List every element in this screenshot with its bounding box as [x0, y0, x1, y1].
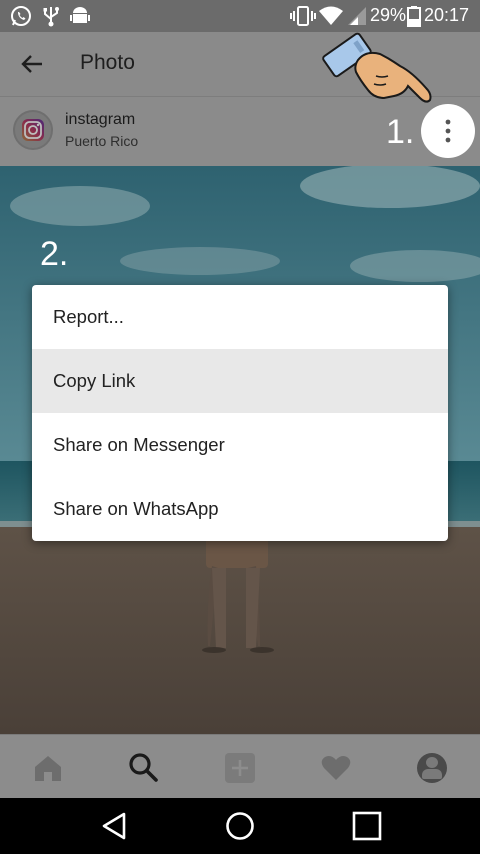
pointing-hand-icon [322, 32, 432, 103]
vibrate-icon [290, 6, 316, 26]
menu-item-label: Report... [53, 306, 124, 327]
step-2-label: 2. [40, 235, 69, 273]
menu-item-label: Share on WhatsApp [53, 498, 219, 519]
back-triangle-icon[interactable] [100, 811, 128, 841]
menu-item-share-whatsapp[interactable]: Share on WhatsApp [32, 477, 448, 541]
more-options-button[interactable] [421, 104, 475, 158]
menu-item-share-messenger[interactable]: Share on Messenger [32, 413, 448, 477]
recents-square-icon[interactable] [352, 811, 382, 841]
more-vertical-icon [445, 119, 451, 143]
home-circle-icon[interactable] [225, 811, 255, 841]
avatar[interactable] [13, 110, 53, 150]
instagram-logo-icon [22, 119, 44, 141]
page-title: Photo [80, 51, 135, 74]
system-nav-bar [0, 798, 480, 854]
android-icon [70, 7, 90, 23]
usb-icon [43, 7, 59, 27]
whatsapp-icon [11, 6, 31, 26]
add-icon[interactable] [224, 752, 256, 784]
menu-item-report[interactable]: Report... [32, 285, 448, 349]
step-1-label: 1. [386, 113, 415, 151]
arrow-left-icon[interactable] [20, 52, 44, 76]
home-icon[interactable] [33, 754, 63, 782]
menu-item-label: Share on Messenger [53, 434, 225, 455]
profile-icon[interactable] [417, 753, 447, 783]
menu-item-copy-link[interactable]: Copy Link [32, 349, 448, 413]
search-icon[interactable] [128, 752, 158, 782]
context-menu: Report... Copy Link Share on Messenger S… [32, 285, 448, 541]
post-username[interactable]: instagram [65, 111, 135, 129]
post-location[interactable]: Puerto Rico [65, 133, 138, 149]
menu-item-label: Copy Link [53, 370, 136, 391]
bottom-nav [0, 734, 480, 799]
heart-icon[interactable] [321, 754, 351, 782]
